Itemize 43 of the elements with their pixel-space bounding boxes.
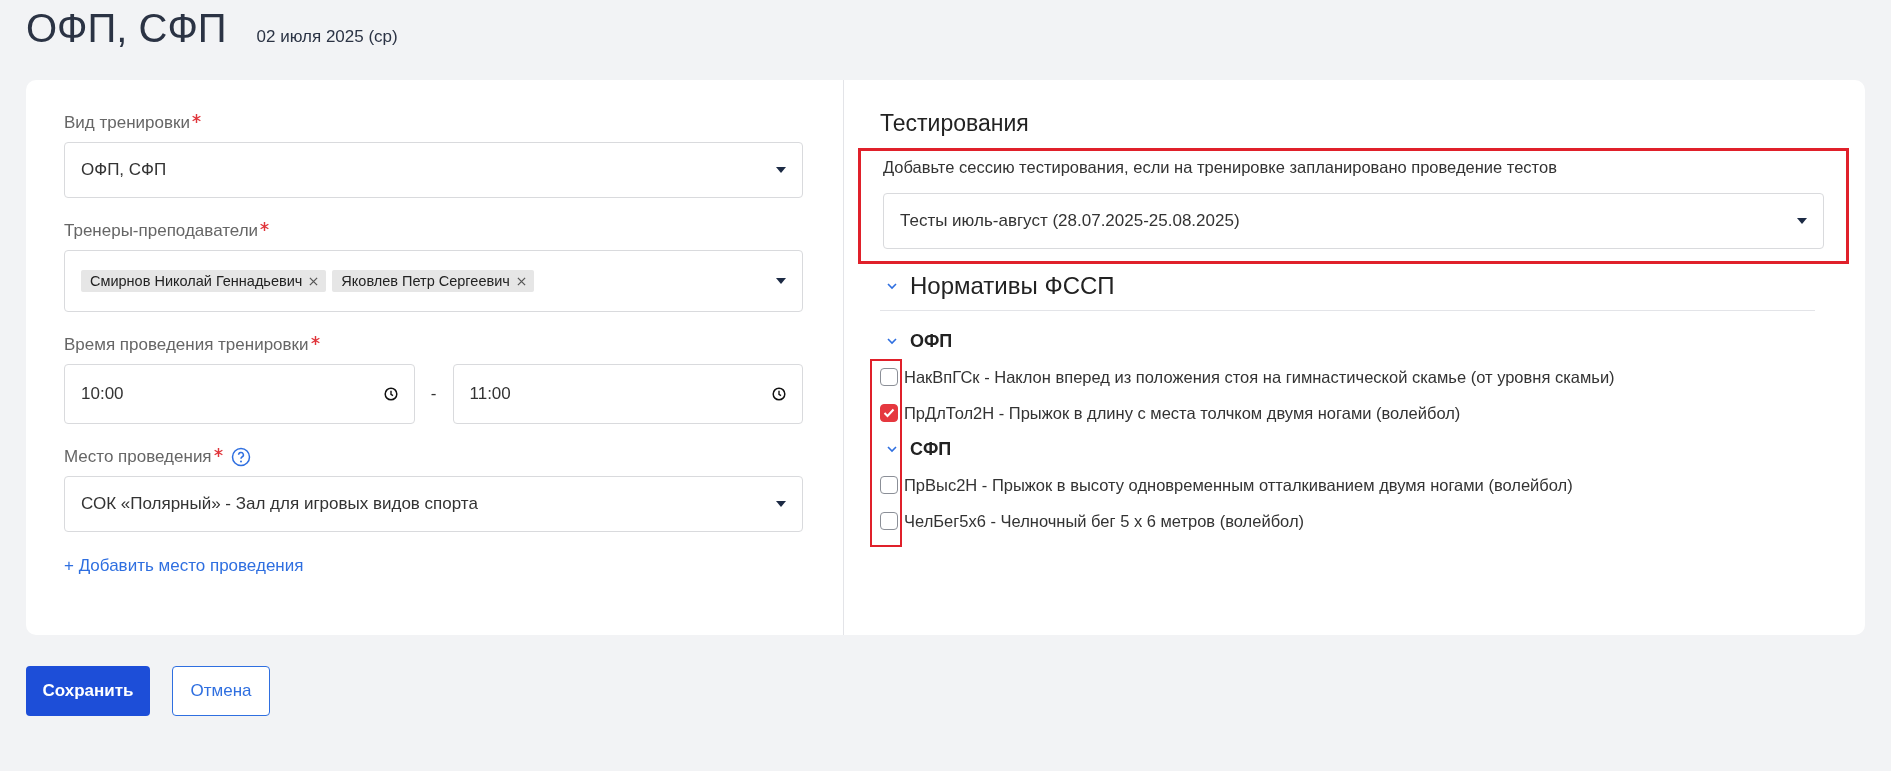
- chevron-icon[interactable]: [886, 335, 898, 347]
- norm-label: ПрВыс2Н - Прыжок в высоту одновременным отталкиванием двумя ногами (волейбол): [904, 475, 1573, 495]
- chevron-icon[interactable]: [886, 443, 898, 455]
- field-label: Место проведения: [64, 447, 212, 467]
- checkbox[interactable]: [880, 476, 898, 494]
- section-title: Тестирования: [880, 110, 1030, 138]
- multiselect-field[interactable]: Смирнов Николай Геннадьевич Яковлев Петр Сергеевич: [64, 250, 803, 312]
- clock-icon: [383, 387, 398, 401]
- tag-text: Яковлев Петр Сергеевич: [341, 273, 510, 289]
- caret-icon: [1797, 218, 1807, 224]
- time-field[interactable]: 10:00: [64, 364, 415, 424]
- norm-label: ПрДлТол2Н - Прыжок в длину с места толчком двумя ногами (волейбол): [904, 403, 1461, 423]
- field-label: Время проведения тренировки: [64, 335, 309, 355]
- save-button[interactable]: Сохранить: [26, 666, 150, 716]
- caret-icon: [776, 278, 786, 284]
- clock-icon: [772, 387, 786, 401]
- field-label: Вид тренировки: [64, 113, 190, 133]
- remove-icon[interactable]: [309, 276, 319, 286]
- tag-text: Смирнов Николай Геннадьевич: [90, 273, 303, 289]
- select-field[interactable]: ОФП, СФП: [64, 142, 803, 198]
- time-field[interactable]: 11:00: [452, 364, 803, 424]
- select-field[interactable]: Тесты июль-август (28.07.2025-25.08.2025): [883, 193, 1824, 249]
- range-separator: -: [429, 384, 438, 404]
- hint-text: Добавьте сессию тестирования, если на тренировке запланировано проведение тестов: [883, 158, 1558, 177]
- page-title: ОФП, СФП: [26, 6, 227, 51]
- group-title: СФП: [910, 438, 952, 460]
- chevron-icon[interactable]: [886, 280, 898, 292]
- help-icon[interactable]: [230, 447, 251, 467]
- section-title: Нормативы ФССП: [910, 272, 1115, 300]
- caret-icon: [776, 167, 786, 173]
- field-label: Тренеры-преподаватели: [64, 221, 259, 241]
- checkbox[interactable]: [880, 512, 898, 530]
- checkbox[interactable]: [880, 404, 898, 422]
- add-location-link[interactable]: + Добавить место проведения: [64, 556, 304, 576]
- remove-icon[interactable]: [516, 276, 526, 286]
- checkbox[interactable]: [880, 368, 898, 386]
- group-title: ОФП: [910, 330, 953, 352]
- cancel-button[interactable]: Отмена: [172, 666, 270, 716]
- select-field[interactable]: СОК «Полярный» - Зал для игровых видов спорта: [64, 476, 803, 532]
- caret-icon: [776, 501, 786, 507]
- norm-label: НакВпГСк - Наклон вперед из положения стоя на гимнастической скамье (от уровня скамьи): [904, 367, 1615, 387]
- norm-label: ЧелБег5х6 - Челночный бег 5 х 6 метров (волейбол): [904, 511, 1305, 531]
- date-text: 02 июля 2025 (ср): [256, 27, 398, 47]
